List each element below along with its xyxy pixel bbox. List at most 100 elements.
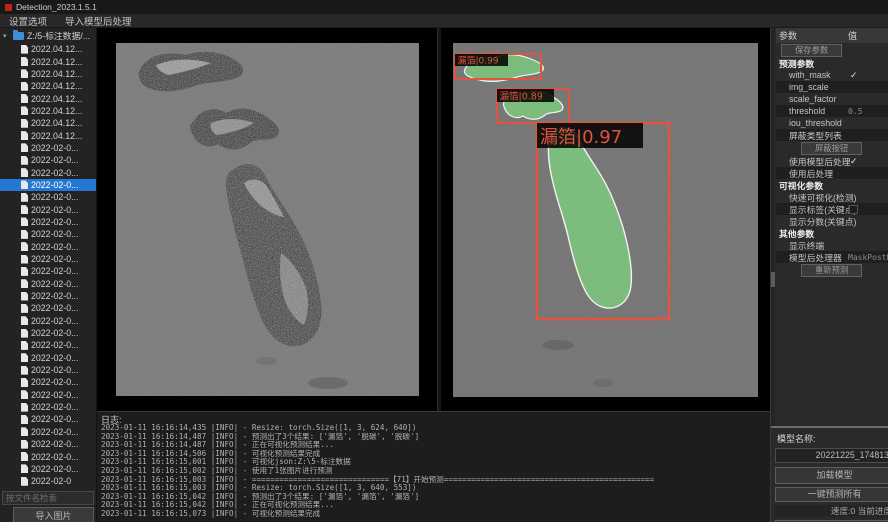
tree-item[interactable]: 2022-02-0... bbox=[0, 203, 96, 215]
tree-item-label: 2022-02-0... bbox=[31, 365, 78, 375]
tree-item-label: 2022-02-0... bbox=[31, 427, 78, 437]
tree-root-folder[interactable]: Z:/5-标注数据/... bbox=[0, 28, 96, 43]
tree-item[interactable]: 2022-02-0... bbox=[0, 179, 96, 191]
prediction-image: 漏箔|0.99 漏箔|0.89 漏箔|0.97 bbox=[453, 43, 758, 397]
tree-item[interactable]: 2022-02-0... bbox=[0, 265, 96, 277]
file-icon bbox=[21, 255, 28, 264]
tree-item[interactable]: 2022-02-0... bbox=[0, 426, 96, 438]
tree-item[interactable]: 2022-02-0... bbox=[0, 413, 96, 425]
tree-item[interactable]: 2022-02-0... bbox=[0, 315, 96, 327]
param-row[interactable]: 屏蔽类型列表 ✓ bbox=[776, 129, 888, 141]
file-icon bbox=[21, 316, 28, 325]
tree-item[interactable]: 2022-02-0... bbox=[0, 401, 96, 413]
prediction-image-panel[interactable]: 漏箔|0.99 漏箔|0.89 漏箔|0.97 bbox=[441, 28, 770, 411]
param-row[interactable]: scale_factor ✓ bbox=[776, 93, 888, 105]
tree-item-label: 2022-02-0... bbox=[31, 192, 78, 202]
tree-item[interactable]: 2022-02-0... bbox=[0, 339, 96, 351]
tree-item[interactable]: 2022-02-0... bbox=[0, 253, 96, 265]
tree-item-label: 2022-02-0... bbox=[31, 168, 78, 178]
tree-item-label: 2022.04.12... bbox=[31, 131, 82, 141]
tree-item-label: 2022-02-0... bbox=[31, 279, 78, 289]
import-images-button[interactable]: 导入图片 bbox=[13, 507, 94, 522]
param-row[interactable]: 保存参数 ✓ bbox=[776, 43, 888, 57]
tree-item-label: 2022-02-0... bbox=[31, 303, 78, 313]
tree-item[interactable]: 2022-02-0... bbox=[0, 228, 96, 240]
log-panel[interactable]: 日志: 2023-01-11 16:16:14,435 |INFO| - Res… bbox=[97, 411, 770, 522]
tree-item-label: 2022.04.12... bbox=[31, 106, 82, 116]
param-row[interactable]: 使用模型后处理 ✓ bbox=[776, 155, 888, 167]
tree-item-label: 2022.04.12... bbox=[31, 57, 82, 67]
tree-item[interactable]: 2022.04.12... bbox=[0, 80, 96, 92]
file-icon bbox=[21, 82, 28, 91]
param-row[interactable]: 使用后处理 ✓ bbox=[776, 167, 888, 179]
checkmark-icon[interactable]: ✓ bbox=[850, 70, 858, 81]
menu-item[interactable]: 设置选项 bbox=[9, 14, 47, 28]
param-row[interactable]: 模型后处理器 MaskPostPro ✓ bbox=[776, 251, 888, 263]
param-row[interactable]: with_mask ✓ bbox=[776, 69, 888, 81]
param-row[interactable]: 重新预测 ✓ bbox=[776, 263, 888, 277]
tree-item-label: 2022-02-0... bbox=[31, 229, 78, 239]
detection-label: 漏箔|0.97 bbox=[537, 123, 643, 148]
params-scrollbar[interactable] bbox=[771, 28, 775, 426]
param-label: with_mask bbox=[779, 70, 831, 80]
param-row[interactable]: 快速可视化(检测) ✓ bbox=[776, 191, 888, 203]
tree-item[interactable]: 2022.04.12... bbox=[0, 55, 96, 67]
file-icon bbox=[21, 119, 28, 128]
scrollbar-thumb[interactable] bbox=[771, 272, 775, 287]
tree-item[interactable]: 2022.04.12... bbox=[0, 117, 96, 129]
tree-item-label: 2022-02-0... bbox=[31, 328, 78, 338]
tree-item[interactable]: 2022-02-0... bbox=[0, 290, 96, 302]
tree-item[interactable]: 2022-02-0... bbox=[0, 142, 96, 154]
param-row[interactable]: 显示终端 ✓ bbox=[776, 239, 888, 251]
param-row[interactable]: 显示分数(关键点) ✓ bbox=[776, 215, 888, 227]
param-row[interactable]: 屏蔽按钮 ✓ bbox=[776, 141, 888, 155]
tree-item[interactable]: 2022-02-0 bbox=[0, 475, 96, 487]
svg-text:漏箔|0.99: 漏箔|0.99 bbox=[458, 54, 499, 66]
param-label: iou_threshold bbox=[779, 118, 842, 128]
tree-item-label: 2022-02-0 bbox=[31, 476, 71, 486]
menu-item[interactable]: 导入模型后处理 bbox=[65, 14, 132, 28]
file-icon bbox=[21, 341, 28, 350]
tree-item[interactable]: 2022-02-0... bbox=[0, 216, 96, 228]
param-row[interactable]: 预测参数 ✓ bbox=[776, 57, 888, 69]
file-icon bbox=[21, 230, 28, 239]
model-name-field[interactable]: 20221225_174813 bbox=[775, 448, 888, 463]
search-input[interactable] bbox=[2, 491, 94, 505]
tree-item[interactable]: 2022-02-0... bbox=[0, 438, 96, 450]
param-row[interactable]: 可视化参数 ✓ bbox=[776, 179, 888, 191]
tree-item[interactable]: 2022-02-0... bbox=[0, 241, 96, 253]
param-row[interactable]: 其他参数 ✓ bbox=[776, 227, 888, 239]
tree-item[interactable]: 2022.04.12... bbox=[0, 105, 96, 117]
file-icon bbox=[21, 440, 28, 449]
tree-item[interactable]: 2022-02-0... bbox=[0, 450, 96, 462]
tree-item[interactable]: 2022-02-0... bbox=[0, 302, 96, 314]
file-icon bbox=[21, 464, 28, 473]
tree-item[interactable]: 2022-02-0... bbox=[0, 364, 96, 376]
tree-item[interactable]: 2022.04.12... bbox=[0, 92, 96, 104]
param-row[interactable]: iou_threshold ✓ bbox=[776, 117, 888, 129]
load-model-button[interactable]: 加载模型 bbox=[775, 467, 888, 484]
tree-item[interactable]: 2022.04.12... bbox=[0, 43, 96, 55]
tree-item[interactable]: 2022-02-0... bbox=[0, 191, 96, 203]
tree-item[interactable]: 2022-02-0... bbox=[0, 327, 96, 339]
param-row[interactable]: img_scale ✓ bbox=[776, 81, 888, 93]
tree-item[interactable]: 2022.04.12... bbox=[0, 68, 96, 80]
tree-item[interactable]: 2022-02-0... bbox=[0, 154, 96, 166]
tree-item[interactable]: 2022-02-0... bbox=[0, 166, 96, 178]
tree-item[interactable]: 2022-02-0... bbox=[0, 389, 96, 401]
tree-item[interactable]: 2022-02-0... bbox=[0, 352, 96, 364]
checkbox-icon[interactable] bbox=[849, 205, 858, 214]
predict-all-button[interactable]: 一键预测所有 bbox=[775, 487, 888, 502]
param-row[interactable]: threshold 0.5 ✓ bbox=[776, 105, 888, 117]
tree-item[interactable]: 2022-02-0... bbox=[0, 463, 96, 475]
param-row[interactable]: 显示标签(关键点) ✓ bbox=[776, 203, 888, 215]
tree-item[interactable]: 2022-02-0... bbox=[0, 376, 96, 388]
tree-item[interactable]: 2022.04.12... bbox=[0, 129, 96, 141]
chevron-down-icon[interactable] bbox=[3, 32, 10, 40]
file-tree[interactable]: Z:/5-标注数据/... 2022.04.12... 2022.04.12..… bbox=[0, 28, 96, 489]
raw-image-panel[interactable] bbox=[97, 28, 437, 411]
tree-item-label: 2022-02-0... bbox=[31, 439, 78, 449]
tree-item[interactable]: 2022-02-0... bbox=[0, 278, 96, 290]
window-title: Detection_2023.1.5.1 bbox=[16, 2, 97, 12]
checkmark-icon[interactable]: ✓ bbox=[850, 156, 858, 167]
